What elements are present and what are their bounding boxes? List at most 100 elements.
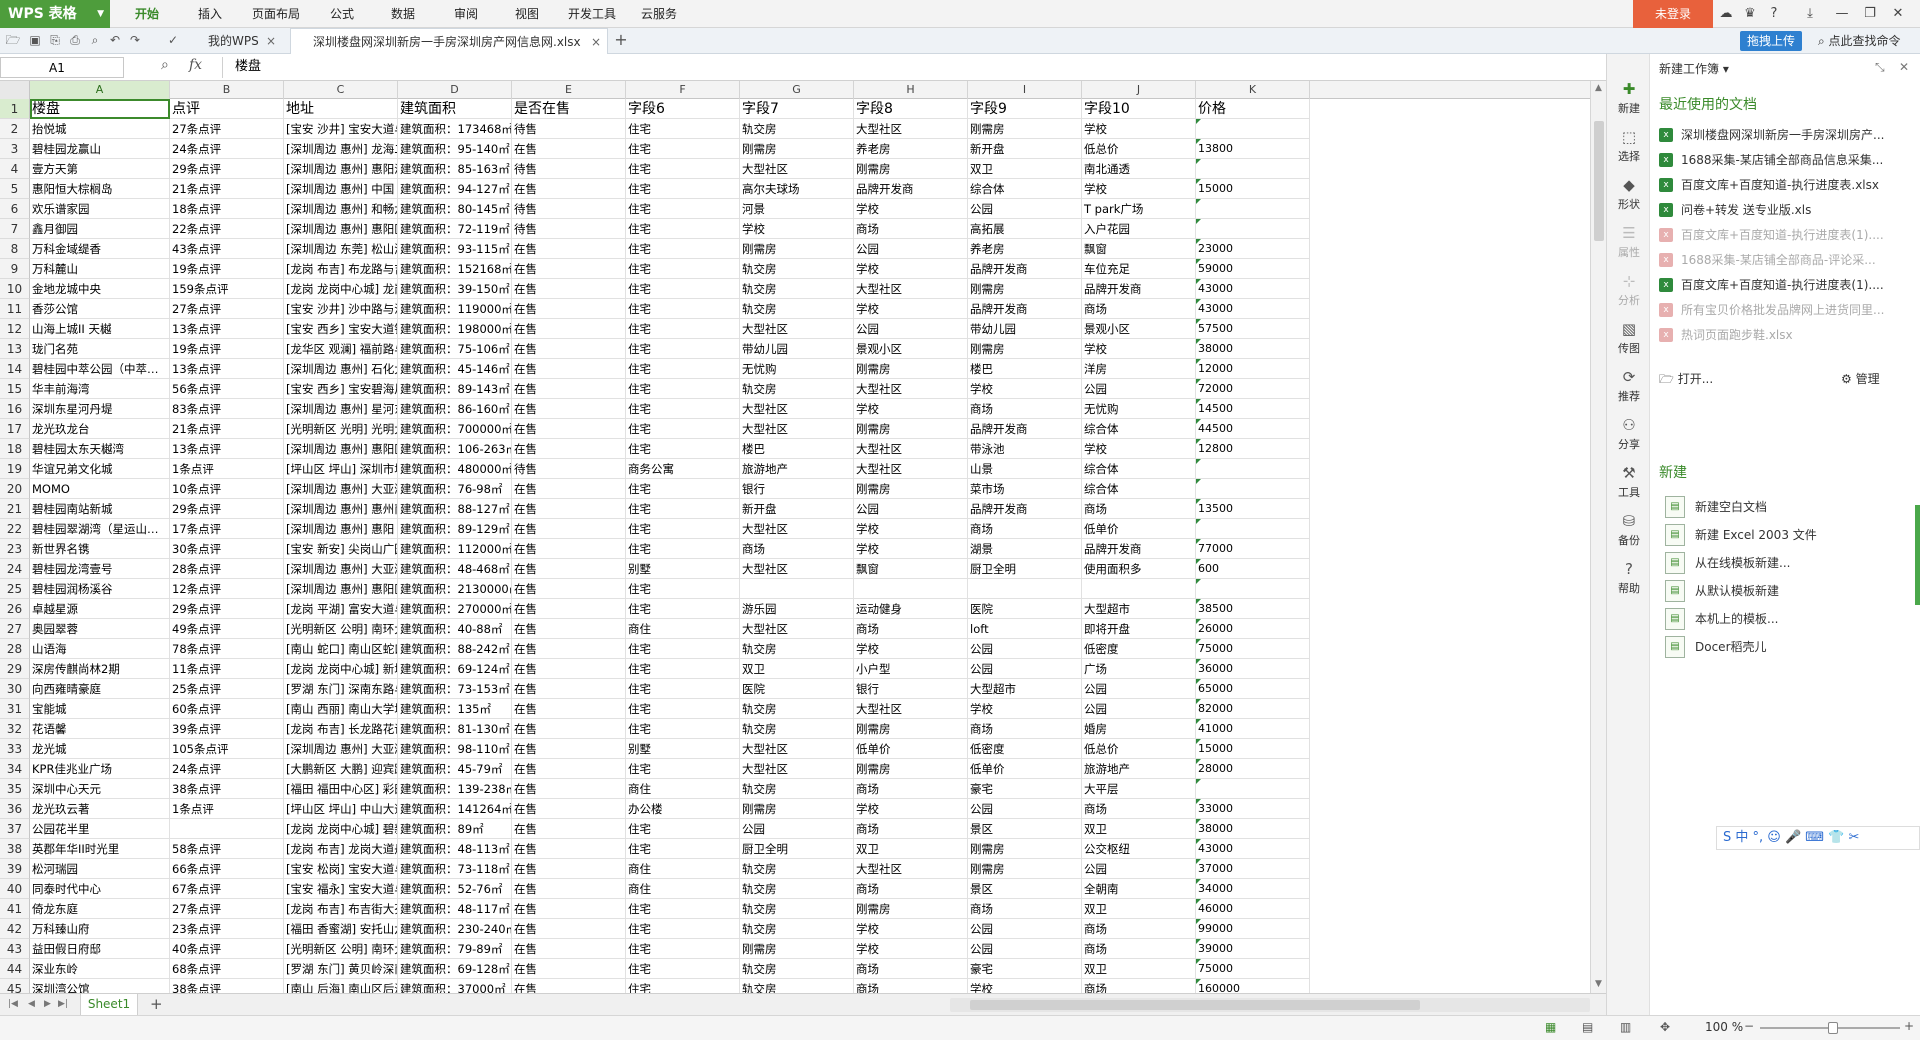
- row-header[interactable]: 33: [0, 739, 30, 759]
- row-header[interactable]: 24: [0, 559, 30, 579]
- cloud-icon[interactable]: ☁: [1716, 4, 1736, 24]
- command-search[interactable]: ⌕ 点此查找命令: [1818, 31, 1918, 51]
- table-cell[interactable]: 在售: [512, 279, 626, 299]
- table-cell[interactable]: 在售: [512, 819, 626, 839]
- table-cell[interactable]: 轨交房: [740, 379, 854, 399]
- table-cell[interactable]: [深圳周边 惠州] 大亚湾区: [284, 479, 398, 499]
- table-cell[interactable]: 在售: [512, 359, 626, 379]
- table-cell[interactable]: 轨交房: [740, 119, 854, 139]
- table-cell[interactable]: 高拓展: [968, 219, 1082, 239]
- table-cell[interactable]: 大型社区: [854, 439, 968, 459]
- table-cell[interactable]: 23000: [1196, 239, 1310, 259]
- table-cell[interactable]: 碧桂园龙湾壹号: [30, 559, 170, 579]
- open-button[interactable]: 🗁 打开...: [1659, 370, 1713, 391]
- table-cell[interactable]: 住宅: [626, 599, 740, 619]
- table-cell[interactable]: 银行: [740, 479, 854, 499]
- table-cell[interactable]: 建筑面积：69-128㎡: [398, 959, 512, 979]
- table-cell[interactable]: 建筑面积：89㎡: [398, 819, 512, 839]
- table-cell[interactable]: 在售: [512, 439, 626, 459]
- table-cell[interactable]: 刚需房: [968, 339, 1082, 359]
- table-cell[interactable]: 学校: [854, 639, 968, 659]
- table-cell[interactable]: 12000: [1196, 359, 1310, 379]
- column-header-f[interactable]: F: [626, 81, 740, 99]
- table-cell[interactable]: 刚需房: [740, 239, 854, 259]
- table-cell[interactable]: 33000: [1196, 799, 1310, 819]
- table-cell[interactable]: [深圳周边 惠州] 石化大道: [284, 359, 398, 379]
- table-cell[interactable]: 82000: [1196, 699, 1310, 719]
- row-header[interactable]: 45: [0, 979, 30, 993]
- table-cell[interactable]: 深房传麒尚林2期: [30, 659, 170, 679]
- reading-mode-icon[interactable]: ✥: [1660, 1020, 1670, 1034]
- row-header[interactable]: 36: [0, 799, 30, 819]
- table-cell[interactable]: 38条点评: [170, 979, 284, 993]
- table-cell[interactable]: 万科麓山: [30, 259, 170, 279]
- table-cell[interactable]: 40条点评: [170, 939, 284, 959]
- table-cell[interactable]: 在售: [512, 539, 626, 559]
- table-cell[interactable]: 在售: [512, 859, 626, 879]
- task-pane-title[interactable]: 新建工作簿 ▾: [1659, 60, 1729, 77]
- side-button-10[interactable]: ? 帮助: [1607, 554, 1651, 602]
- table-cell[interactable]: 住宅: [626, 419, 740, 439]
- table-cell[interactable]: 刚需房: [854, 759, 968, 779]
- table-cell[interactable]: 学校: [854, 519, 968, 539]
- table-cell[interactable]: [深圳周边 惠州] 惠州南站: [284, 499, 398, 519]
- table-cell[interactable]: 公园: [1082, 699, 1196, 719]
- table-cell[interactable]: 商场: [854, 619, 968, 639]
- side-button-6[interactable]: ⟳ 推荐: [1607, 362, 1651, 410]
- table-cell[interactable]: 13条点评: [170, 319, 284, 339]
- table-cell[interactable]: 大型社区: [740, 159, 854, 179]
- table-cell[interactable]: 住宅: [626, 379, 740, 399]
- table-cell[interactable]: 72000: [1196, 379, 1310, 399]
- table-cell[interactable]: 24条点评: [170, 139, 284, 159]
- header-cell[interactable]: 地址: [284, 99, 398, 119]
- table-cell[interactable]: 在售: [512, 179, 626, 199]
- table-cell[interactable]: 大型社区: [854, 119, 968, 139]
- table-cell[interactable]: 壹方天第: [30, 159, 170, 179]
- table-cell[interactable]: [1196, 119, 1310, 139]
- row-header[interactable]: 41: [0, 899, 30, 919]
- table-cell[interactable]: 27条点评: [170, 119, 284, 139]
- row-header[interactable]: 13: [0, 339, 30, 359]
- table-cell[interactable]: 山景: [968, 459, 1082, 479]
- table-cell[interactable]: 碧桂园南站新城: [30, 499, 170, 519]
- table-cell[interactable]: 菜市场: [968, 479, 1082, 499]
- table-cell[interactable]: [宝安 西乡] 宝安大道铁仔: [284, 319, 398, 339]
- table-cell[interactable]: [宝安 沙井] 沙中路与沙井: [284, 299, 398, 319]
- table-cell[interactable]: 在售: [512, 479, 626, 499]
- table-cell[interactable]: 运动健身: [854, 599, 968, 619]
- table-cell[interactable]: 在售: [512, 579, 626, 599]
- table-cell[interactable]: 医院: [968, 599, 1082, 619]
- table-cell[interactable]: 学校: [968, 379, 1082, 399]
- table-cell[interactable]: 建筑面积：112000㎡: [398, 539, 512, 559]
- table-cell[interactable]: 向西雍晴豪庭: [30, 679, 170, 699]
- table-cell[interactable]: 轨交房: [740, 299, 854, 319]
- zoom-in-icon[interactable]: +: [1904, 1019, 1914, 1033]
- side-button-4[interactable]: ⊹ 分析: [1607, 266, 1651, 314]
- table-cell[interactable]: 24条点评: [170, 759, 284, 779]
- table-cell[interactable]: 大型社区: [740, 619, 854, 639]
- table-cell[interactable]: 1条点评: [170, 459, 284, 479]
- table-cell[interactable]: 住宅: [626, 259, 740, 279]
- table-cell[interactable]: 在售: [512, 959, 626, 979]
- table-cell[interactable]: 入户花园: [1082, 219, 1196, 239]
- table-cell[interactable]: 住宅: [626, 579, 740, 599]
- zoom-slider[interactable]: [1760, 1022, 1900, 1034]
- table-cell[interactable]: 低密度: [1082, 639, 1196, 659]
- header-cell[interactable]: 字段10: [1082, 99, 1196, 119]
- table-cell[interactable]: [深圳周边 惠州] 大亚湾西: [284, 739, 398, 759]
- table-cell[interactable]: 商场: [854, 879, 968, 899]
- table-cell[interactable]: 品牌开发商: [968, 499, 1082, 519]
- table-cell[interactable]: 品牌开发商: [968, 299, 1082, 319]
- table-cell[interactable]: 双卫: [968, 159, 1082, 179]
- table-cell[interactable]: 带幼儿园: [740, 339, 854, 359]
- column-header-a[interactable]: A: [30, 81, 170, 99]
- table-cell[interactable]: 43000: [1196, 279, 1310, 299]
- table-cell[interactable]: 低单价: [968, 759, 1082, 779]
- table-cell[interactable]: 刚需房: [968, 839, 1082, 859]
- export-pdf-icon[interactable]: ⎘: [46, 31, 64, 49]
- table-cell[interactable]: T park广场: [1082, 199, 1196, 219]
- table-cell[interactable]: 住宅: [626, 519, 740, 539]
- table-cell[interactable]: [170, 819, 284, 839]
- column-header-i[interactable]: I: [968, 81, 1082, 99]
- table-cell[interactable]: 59000: [1196, 259, 1310, 279]
